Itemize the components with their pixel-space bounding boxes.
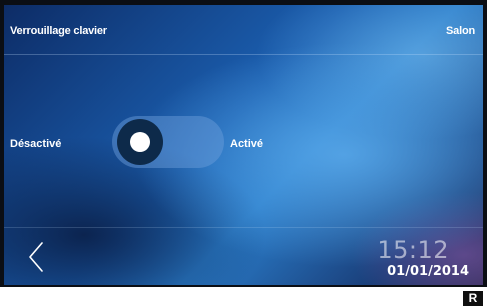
room-name: Salon <box>446 25 475 37</box>
toggle-knob-center <box>130 132 150 152</box>
toggle-on-label: Activé <box>230 138 264 150</box>
page-title: Verrouillage clavier <box>10 25 107 37</box>
corner-badge: R <box>463 291 483 306</box>
clock-time: 15:12 <box>377 236 449 264</box>
clock-date: 01/01/2014 <box>387 264 469 279</box>
back-button[interactable] <box>22 237 52 277</box>
header-divider <box>4 54 483 55</box>
keypad-lock-toggle[interactable] <box>112 116 224 168</box>
toggle-off-label: Désactivé <box>10 138 62 150</box>
footer-divider <box>4 227 483 228</box>
device-frame: Verrouillage clavier Salon Désactivé Act… <box>0 0 487 287</box>
chevron-left-icon <box>29 242 43 272</box>
toggle-knob[interactable] <box>117 119 163 165</box>
touch-screen: Verrouillage clavier Salon Désactivé Act… <box>4 5 483 285</box>
